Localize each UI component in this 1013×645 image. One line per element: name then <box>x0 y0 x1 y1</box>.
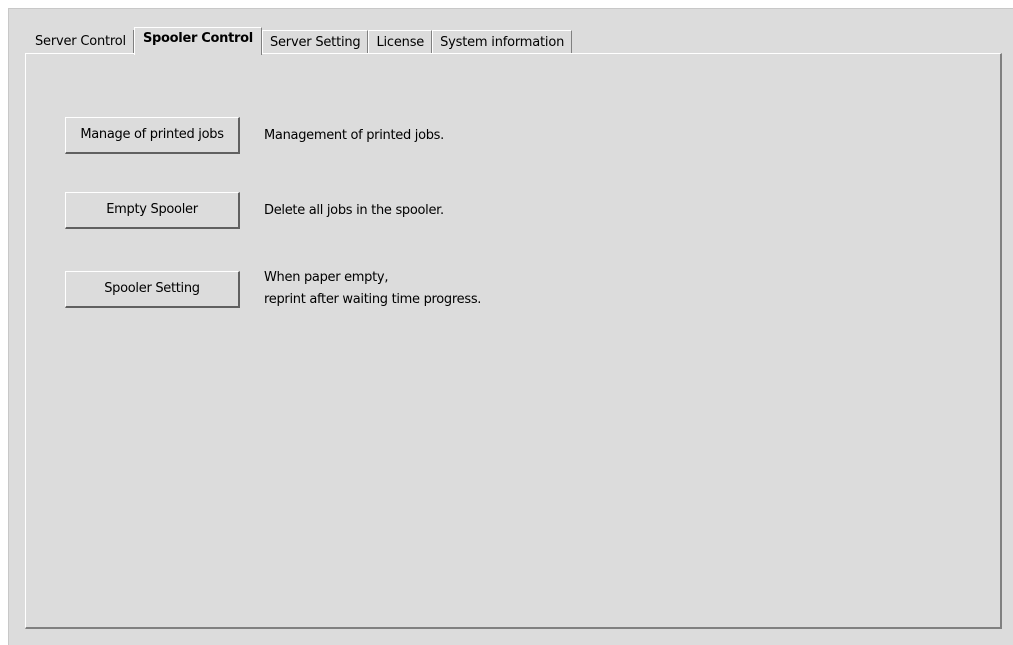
empty-spooler-description: Delete all jobs in the spooler. <box>264 202 444 218</box>
app-window: Server Control Spooler Control Server Se… <box>0 0 1013 645</box>
empty-spooler-button[interactable]: Empty Spooler <box>65 192 240 229</box>
spooler-setting-button[interactable]: Spooler Setting <box>65 270 240 308</box>
spooler-setting-desc-line2: reprint after waiting time progress. <box>264 292 482 307</box>
tab-server-control[interactable]: Server Control <box>28 30 134 54</box>
manage-printed-jobs-button[interactable]: Manage of printed jobs <box>65 117 240 154</box>
tab-server-setting[interactable]: Server Setting <box>261 30 369 54</box>
empty-spooler-row: Empty Spooler Delete all jobs in the spo… <box>65 192 444 229</box>
tab-license[interactable]: License <box>368 30 433 54</box>
spooler-setting-row: Spooler Setting When paper empty, reprin… <box>65 267 481 311</box>
manage-printed-jobs-description: Management of printed jobs. <box>264 127 444 143</box>
tab-strip: Server Control Spooler Control Server Se… <box>28 26 573 55</box>
tab-system-information[interactable]: System information <box>432 30 573 54</box>
spooler-setting-desc-line1: When paper empty, <box>264 270 389 285</box>
spooler-setting-description: When paper empty, reprint after waiting … <box>264 267 481 311</box>
manage-jobs-row: Manage of printed jobs Management of pri… <box>65 117 444 154</box>
spooler-control-panel: Manage of printed jobs Management of pri… <box>25 53 1002 629</box>
tab-spooler-control[interactable]: Spooler Control <box>133 27 262 55</box>
